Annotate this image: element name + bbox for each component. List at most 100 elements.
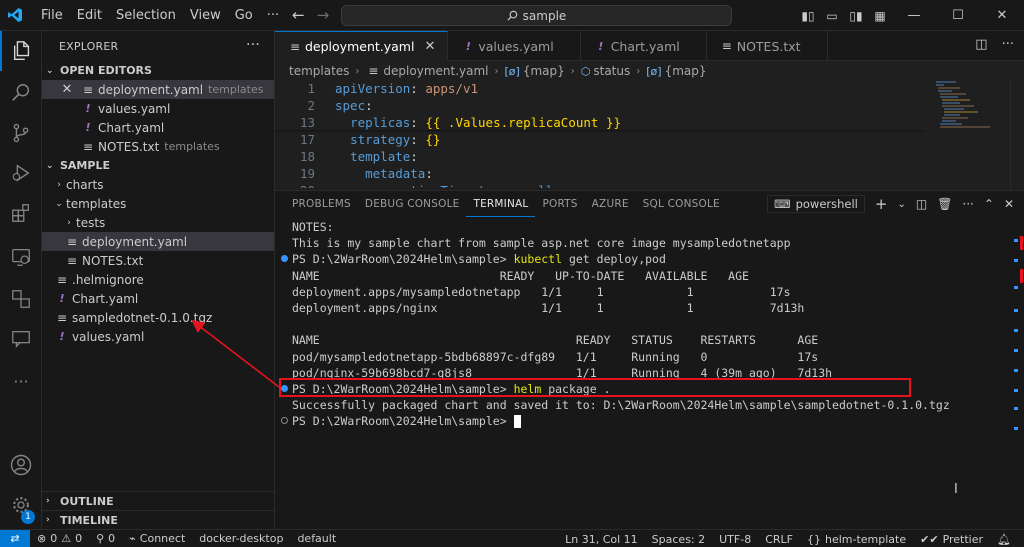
back-arrow-icon[interactable]: ← (292, 6, 305, 24)
tab-sql-console[interactable]: SQL CONSOLE (636, 191, 727, 217)
menu-more[interactable]: ··· (260, 8, 286, 23)
breadcrumb-item[interactable]: templates (289, 64, 349, 78)
tree-file-deployment[interactable]: ≡ deployment.yaml (42, 232, 274, 251)
tree-folder-tests[interactable]: › tests (42, 213, 274, 232)
outline-section[interactable]: › OUTLINE (42, 491, 275, 510)
editor-more-icon[interactable]: ··· (1002, 37, 1014, 52)
breadcrumb-item[interactable]: {map} (665, 64, 707, 78)
close-tab-icon[interactable]: ✕ (424, 39, 435, 54)
tree-file-helmignore[interactable]: ≡ .helmignore (42, 270, 274, 289)
tree-folder-templates[interactable]: ⌄ templates (42, 194, 274, 213)
menu-view[interactable]: View (183, 8, 228, 23)
toggle-panel-icon[interactable]: ▭ (820, 9, 844, 23)
tree-file-values[interactable]: ! values.yaml (42, 327, 274, 346)
breadcrumb-item[interactable]: deployment.yaml (383, 64, 488, 78)
split-editor-icon[interactable]: ◫ (975, 37, 987, 52)
trash-icon[interactable]: 🗑 (937, 197, 952, 211)
open-editor-item-chart[interactable]: ! Chart.yaml (42, 118, 274, 137)
timeline-section[interactable]: › TIMELINE (42, 510, 275, 529)
maximize-icon[interactable]: ☐ (936, 8, 980, 23)
accounts-icon[interactable] (0, 445, 42, 485)
notifications-bell-icon[interactable]: 🔔︎ (990, 533, 1018, 546)
tab-deployment-yaml[interactable]: ≡ deployment.yaml ✕ (275, 31, 449, 61)
search-view-icon[interactable] (0, 73, 42, 113)
indentation-status[interactable]: Spaces: 2 (645, 533, 712, 546)
tree-file-notes[interactable]: ≡ NOTES.txt (42, 251, 274, 270)
yaml-value: {{ .Values.replicaCount }} (425, 115, 622, 130)
breadcrumb-item[interactable]: status (593, 64, 630, 78)
language-status[interactable]: {} helm-template (800, 533, 913, 546)
editor-scrollbar[interactable] (1010, 80, 1024, 190)
terminal-output[interactable]: NOTES: This is my sample chart from samp… (275, 219, 1024, 429)
new-terminal-plus-icon[interactable]: + (875, 195, 888, 213)
outline-label: OUTLINE (60, 494, 114, 508)
chevron-down-icon: ⌄ (46, 65, 54, 76)
open-editor-item-deployment[interactable]: ✕ ≡ deployment.yaml templates (42, 80, 274, 99)
eol-status[interactable]: CRLF (758, 533, 800, 546)
tree-folder-charts[interactable]: › charts (42, 175, 274, 194)
tab-terminal[interactable]: TERMINAL (466, 191, 536, 217)
terminal-profile-selector[interactable]: ⌨ powershell (766, 195, 865, 213)
folder-section-sample[interactable]: ⌄ SAMPLE (42, 156, 274, 175)
breadcrumb-item[interactable]: {map} (523, 64, 565, 78)
explorer-icon[interactable] (0, 31, 42, 71)
menu-file[interactable]: File (34, 8, 70, 23)
toggle-sidebar-icon[interactable]: ▮▯ (796, 9, 820, 23)
explorer-more-actions-icon[interactable]: ··· (246, 37, 260, 53)
chevron-down-icon[interactable]: ⌄ (897, 199, 905, 210)
menu-go[interactable]: Go (228, 8, 260, 23)
forward-arrow-icon[interactable]: → (317, 6, 330, 24)
tree-label: NOTES.txt (82, 253, 144, 268)
remote-indicator-icon[interactable]: ⇄ (0, 529, 30, 547)
connect-status[interactable]: ⌁ Connect (122, 532, 192, 545)
encoding-status[interactable]: UTF-8 (712, 533, 758, 546)
terminal-line: NAME READY STATUS RESTARTS AGE (292, 333, 819, 348)
terminal-line: NAME READY UP-TO-DATE AVAILABLE AGE (292, 268, 749, 283)
problems-status[interactable]: ⊗ 0 ⚠ 0 (30, 532, 89, 545)
menu-edit[interactable]: Edit (70, 8, 109, 23)
open-editor-item-notes[interactable]: ≡ NOTES.txt templates (42, 137, 274, 156)
panel-more-icon[interactable]: ··· (962, 197, 973, 211)
maximize-panel-chevron-up-icon[interactable]: ⌃ (984, 197, 994, 211)
yaml-value: apps/v1 (425, 81, 479, 96)
menu-selection[interactable]: Selection (109, 8, 183, 23)
tab-debug-console[interactable]: DEBUG CONSOLE (358, 191, 467, 217)
cursor-position-status[interactable]: Ln 31, Col 11 (558, 533, 645, 546)
tab-notes-txt[interactable]: ≡ NOTES.txt (707, 31, 828, 61)
tree-file-chart[interactable]: ! Chart.yaml (42, 289, 274, 308)
source-control-icon[interactable] (0, 113, 42, 153)
tab-chart-yaml[interactable]: ! Chart.yaml (581, 31, 707, 61)
minimap[interactable] (930, 80, 1010, 190)
tab-values-yaml[interactable]: ! values.yaml (448, 31, 581, 61)
open-editors-section[interactable]: ⌄ OPEN EDITORS (42, 61, 274, 80)
prettier-status[interactable]: ✔✔ Prettier (913, 533, 990, 546)
toggle-secondary-sidebar-icon[interactable]: ▯▮ (844, 9, 868, 23)
tab-azure[interactable]: AZURE (585, 191, 636, 217)
minimize-icon[interactable]: — (892, 8, 936, 23)
split-terminal-icon[interactable]: ◫ (916, 197, 927, 211)
kube-context-status[interactable]: docker-desktop (192, 532, 290, 545)
command-success-dot-icon[interactable] (281, 255, 288, 263)
code-editor[interactable]: 1 apiVersion: apps/v1 2 spec: 13 replica… (275, 80, 925, 188)
command-pending-dot-icon[interactable] (281, 417, 288, 425)
chat-icon[interactable] (0, 319, 42, 359)
tab-problems[interactable]: PROBLEMS (285, 191, 358, 217)
close-editor-icon[interactable]: ✕ (60, 82, 74, 97)
ports-status[interactable]: ⚲ 0 (89, 532, 122, 545)
extensions-icon[interactable] (0, 193, 42, 233)
tab-ports[interactable]: PORTS (535, 191, 584, 217)
kubernetes-view-icon[interactable] (0, 279, 42, 319)
customize-layout-icon[interactable]: ▦ (868, 9, 892, 23)
close-window-icon[interactable]: ✕ (980, 8, 1024, 23)
terminal-overview-ruler[interactable] (1010, 191, 1024, 530)
command-center-search[interactable]: sample (341, 5, 732, 26)
file-lines-icon: ≡ (56, 272, 68, 287)
remote-explorer-icon[interactable] (0, 237, 42, 277)
kube-namespace-status[interactable]: default (290, 532, 343, 545)
more-views-icon[interactable]: ··· (0, 361, 42, 401)
open-editor-item-values[interactable]: ! values.yaml (42, 99, 274, 118)
tree-file-tgz[interactable]: ≡ sampledotnet-0.1.0.tgz (42, 308, 274, 327)
run-debug-icon[interactable] (0, 153, 42, 193)
yaml-key: creationTimestamp (380, 183, 508, 188)
line-number: 2 (307, 98, 315, 113)
